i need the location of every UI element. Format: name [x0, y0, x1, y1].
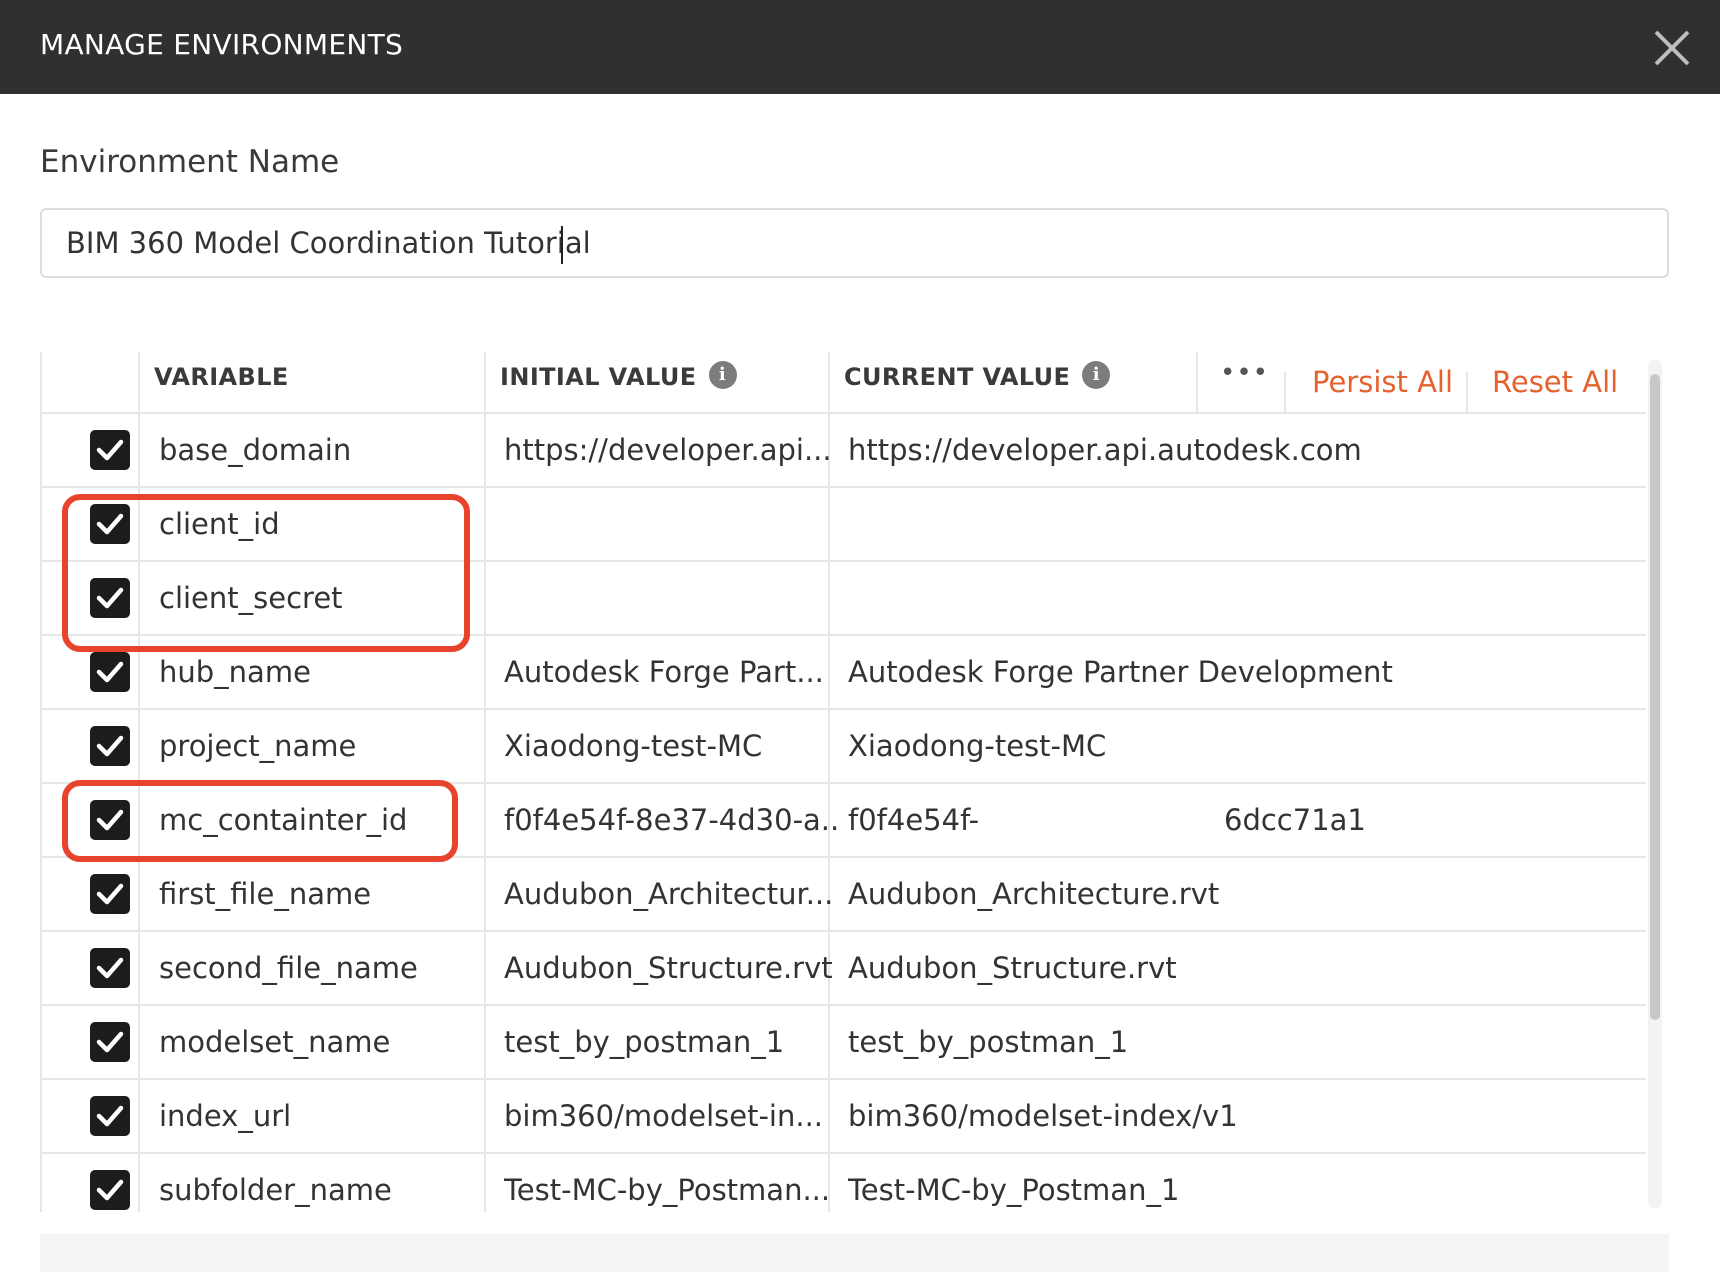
variable-cell[interactable]: project_name: [159, 710, 479, 782]
persist-all-button[interactable]: Persist All: [1312, 352, 1453, 412]
variable-cell[interactable]: index_url: [159, 1080, 479, 1152]
row-checkbox[interactable]: [90, 1022, 130, 1062]
info-icon[interactable]: i: [1082, 361, 1111, 389]
highlight-box: [62, 494, 470, 652]
checkmark-icon: [96, 1179, 124, 1201]
checkmark-icon: [96, 883, 124, 905]
table-row[interactable]: base_domain https://developer.api... https…: [42, 414, 1646, 488]
checkmark-icon: [96, 1105, 124, 1127]
current-value-tail: 6dcc71a1: [1224, 803, 1366, 837]
text-caret: [561, 226, 563, 264]
current-value-cell[interactable]: f0f4e54f- 6dcc71a1: [848, 784, 1628, 856]
header-variable: VARIABLE: [154, 363, 289, 391]
reset-all-button[interactable]: Reset All: [1492, 352, 1618, 412]
table-row[interactable]: project_name Xiaodong-test-MC Xiaodong-tes…: [42, 710, 1646, 784]
current-value-cell[interactable]: bim360/modelset-index/v1: [848, 1080, 1628, 1152]
checkmark-icon: [96, 439, 124, 461]
header-initial-value-label: INITIAL VALUE: [500, 363, 697, 391]
row-checkbox[interactable]: [90, 1170, 130, 1210]
more-options-icon[interactable]: •••: [1220, 358, 1269, 388]
variable-cell[interactable]: second_file_name: [159, 932, 479, 1004]
current-value-cell[interactable]: Xiaodong-test-MC: [848, 710, 1628, 782]
row-checkbox[interactable]: [90, 726, 130, 766]
row-checkbox[interactable]: [90, 948, 130, 988]
dialog-footer: [40, 1234, 1669, 1272]
column-divider: [1466, 372, 1468, 412]
checkmark-icon: [96, 661, 124, 683]
environment-name-input[interactable]: [40, 208, 1669, 278]
current-value-cell[interactable]: Audubon_Architecture.rvt: [848, 858, 1628, 930]
highlight-box: [62, 780, 458, 862]
table-row[interactable]: modelset_name test_by_postman_1 test_by_po…: [42, 1006, 1646, 1080]
variable-cell[interactable]: modelset_name: [159, 1006, 479, 1078]
checkmark-icon: [96, 957, 124, 979]
info-icon[interactable]: i: [708, 361, 737, 389]
header-current-value-label: CURRENT VALUE: [844, 363, 1071, 391]
row-checkbox[interactable]: [90, 430, 130, 470]
column-divider: [1196, 352, 1198, 412]
table-row[interactable]: subfolder_name Test-MC-by_Postman... Test-…: [42, 1154, 1646, 1212]
initial-value-cell[interactable]: Audubon_Structure.rvt: [504, 932, 840, 1004]
initial-value-cell[interactable]: f0f4e54f-8e37-4d30-a...: [504, 784, 840, 856]
current-value-cell[interactable]: test_by_postman_1: [848, 1006, 1628, 1078]
current-value-cell[interactable]: https://developer.api.autodesk.com: [848, 414, 1628, 486]
table-row[interactable]: first_file_name Audubon_Architectur... Aud…: [42, 858, 1646, 932]
close-icon[interactable]: [1650, 26, 1694, 70]
checkmark-icon: [96, 1031, 124, 1053]
initial-value-cell[interactable]: Audubon_Architectur...: [504, 858, 840, 930]
checkmark-icon: [96, 735, 124, 757]
header-initial-value: INITIAL VALUE i: [500, 352, 737, 412]
initial-value-cell[interactable]: Xiaodong-test-MC: [504, 710, 840, 782]
row-checkbox[interactable]: [90, 1096, 130, 1136]
table-row[interactable]: second_file_name Audubon_Structure.rvt Aud…: [42, 932, 1646, 1006]
row-checkbox[interactable]: [90, 652, 130, 692]
current-value-cell[interactable]: [848, 562, 1628, 634]
table-row[interactable]: index_url bim360/modelset-in... bim360/mod…: [42, 1080, 1646, 1154]
current-value-cell[interactable]: Test-MC-by_Postman_1: [848, 1154, 1628, 1212]
initial-value-cell[interactable]: https://developer.api...: [504, 414, 840, 486]
row-checkbox[interactable]: [90, 874, 130, 914]
header-current-value: CURRENT VALUE i: [844, 352, 1111, 412]
initial-value-cell[interactable]: bim360/modelset-in...: [504, 1080, 840, 1152]
current-value-cell[interactable]: Autodesk Forge Partner Development: [848, 636, 1628, 708]
initial-value-cell[interactable]: test_by_postman_1: [504, 1006, 840, 1078]
scrollbar-thumb[interactable]: [1650, 374, 1660, 1020]
variable-cell[interactable]: subfolder_name: [159, 1154, 479, 1212]
initial-value-cell[interactable]: [504, 562, 840, 634]
initial-value-cell[interactable]: Test-MC-by_Postman...: [504, 1154, 840, 1212]
current-value-cell[interactable]: [848, 488, 1628, 560]
column-divider: [1284, 372, 1286, 412]
dialog-titlebar: MANAGE ENVIRONMENTS: [0, 0, 1720, 94]
initial-value-cell[interactable]: Autodesk Forge Part...: [504, 636, 840, 708]
environment-name-label: Environment Name: [40, 144, 340, 180]
variable-cell[interactable]: first_file_name: [159, 858, 479, 930]
current-value-cell[interactable]: Audubon_Structure.rvt: [848, 932, 1628, 1004]
dialog-title: MANAGE ENVIRONMENTS: [40, 28, 404, 61]
current-value-text: f0f4e54f-: [848, 803, 980, 837]
initial-value-cell[interactable]: [504, 488, 840, 560]
variable-cell[interactable]: base_domain: [159, 414, 479, 486]
